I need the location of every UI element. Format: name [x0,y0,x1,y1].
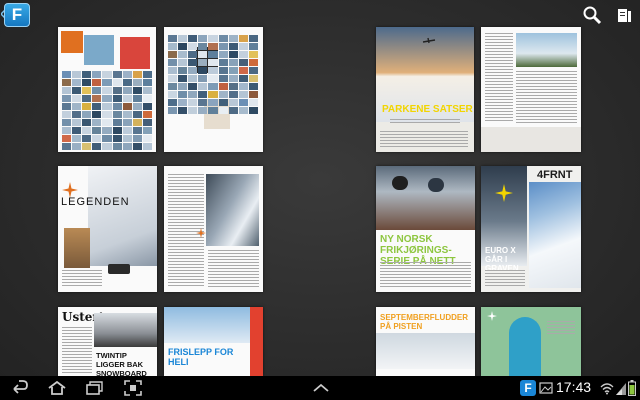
back-arrow-icon[interactable] [10,380,30,396]
spread-1-left-page[interactable] [58,27,156,152]
goggle-shape [392,176,408,190]
article-title: PARKENE SATSER [382,104,473,115]
jacket-figure [509,317,541,376]
wifi-icon [600,383,614,395]
goggle-shape [428,178,444,192]
skier-silhouette-icon [422,37,436,44]
spread-4-right-page[interactable]: EURO X GÅR I GRAVEN 4FRNT [481,166,581,292]
battery-icon [628,380,636,396]
footer-photo [481,127,581,152]
thumbnail-grid-right [168,35,258,114]
red-logo-block [120,37,150,69]
portrait-photo [64,228,90,268]
app-notification-icon[interactable]: F [520,380,536,396]
cover-thumbnail [84,35,114,65]
body-text-col-2 [208,250,259,288]
snowmobile-shape [108,264,130,274]
spread-5-left-page[interactable]: Ustert TWINTIP LIGGER BAK SNOWBOARD [58,307,157,376]
contents-header-block [61,31,83,53]
forest-photo [516,33,577,67]
spread-2-right-page[interactable] [481,27,581,152]
spread-3-left-page[interactable]: LEGENDEN [58,166,157,292]
article-title: LEGENDEN [61,196,130,208]
body-text [62,327,92,373]
snow-photo [88,166,157,266]
sky-photo [164,307,250,343]
body-text-col-2 [516,71,577,123]
spread-6-left-page[interactable]: SEPTEMBERFLUDDER PÅ PISTEN [376,307,475,376]
spread-6-right-page[interactable] [481,307,581,376]
side-text [547,321,575,335]
spread-5-right-page[interactable]: FRISLEPP FOR HELI [164,307,263,376]
spread-3-right-page[interactable] [164,166,263,292]
screen: F PARKENE SATSER LEGENDEN NY NORSK FRIKJ… [0,0,640,400]
thumbnail-grid-left [62,71,152,150]
title-deck-text [390,119,460,125]
chevron-up-icon[interactable] [311,380,331,396]
article-title: TWINTIP LIGGER BAK SNOWBOARD [96,351,147,376]
recent-apps-icon[interactable] [84,380,104,396]
home-icon[interactable] [47,380,67,396]
status-clock: 17:43 [556,379,592,395]
slope-photo [529,182,581,288]
system-navigation-bar: F 17:43 [0,376,640,400]
star-icon [196,228,206,238]
red-strip [250,307,263,376]
library-icon[interactable] [614,5,634,25]
spread-2-left-page[interactable]: PARKENE SATSER [376,27,474,152]
piste-photo [376,333,475,369]
article-title: SEPTEMBERFLUDDER PÅ PISTEN [380,313,469,331]
app-logo: F [4,3,30,27]
body-text [62,270,102,288]
star-icon [487,311,497,321]
body-text [380,131,468,149]
body-text [380,262,471,288]
body-text [485,270,525,288]
star-icon [495,184,513,202]
group-photo [376,166,475,230]
body-text-col-1 [485,33,513,123]
screenshot-icon[interactable] [123,380,143,396]
search-icon[interactable] [582,5,602,25]
portrait-photo [94,313,157,347]
article-title: EURO X GÅR I GRAVEN [485,246,519,273]
mountain-photo [206,174,259,246]
signal-icon [616,383,626,395]
gallery-notification-icon[interactable] [539,381,553,395]
brand-label: 4FRNT [537,169,573,181]
spread-4-left-page[interactable]: NY NORSK FRIKJØRINGS-SERIE PÅ NETT [376,166,475,292]
spread-1-right-page[interactable] [164,27,263,152]
article-title: FRISLEPP FOR HELI [168,347,234,367]
